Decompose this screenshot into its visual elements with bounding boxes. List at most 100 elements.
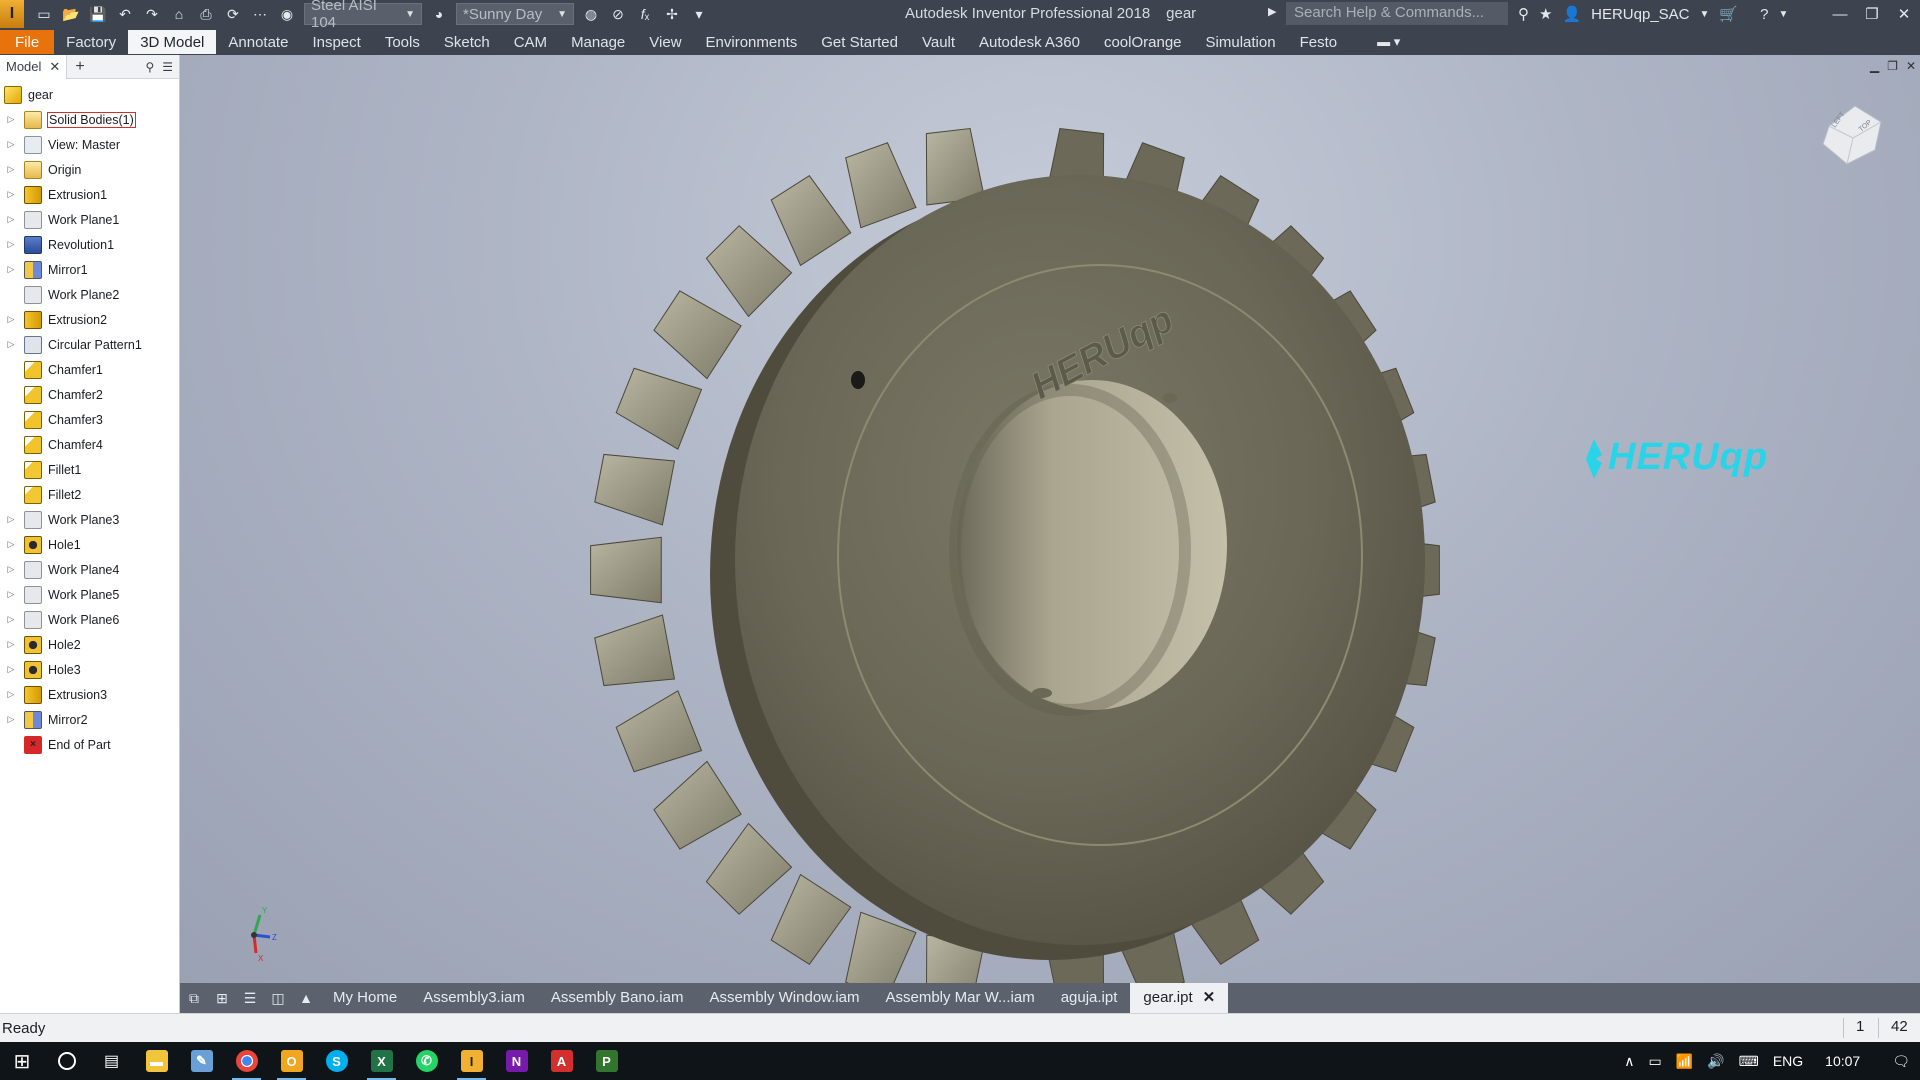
material-sphere-icon[interactable]: ◉ xyxy=(277,5,297,23)
tree-node[interactable]: ▷ Hole1 xyxy=(0,532,179,557)
expand-chevron-icon[interactable]: ▷ xyxy=(4,689,18,700)
close-icon[interactable]: ✕ xyxy=(1888,5,1920,23)
doc-tab-assembly-mar[interactable]: Assembly Mar W...iam xyxy=(873,983,1048,1013)
language-indicator[interactable]: ENG xyxy=(1773,1053,1803,1069)
tab-annotate[interactable]: Annotate xyxy=(216,30,300,54)
graphics-viewport[interactable]: ▁ ❐ ✕ HERUqp LEFT TOP HERUqp Y Z X xyxy=(180,55,1920,983)
tree-node[interactable]: Work Plane2 xyxy=(0,282,179,307)
tree-node[interactable]: ▷ Extrusion1 xyxy=(0,182,179,207)
excel-icon[interactable]: X xyxy=(359,1042,404,1080)
tree-node[interactable]: ▷ Extrusion3 xyxy=(0,682,179,707)
expand-chevron-icon[interactable]: ▷ xyxy=(4,539,18,550)
expand-chevron-icon[interactable]: ▷ xyxy=(4,614,18,625)
search-binoculars-icon[interactable]: ⚲ xyxy=(1518,5,1529,23)
close-icon[interactable]: ✕ xyxy=(1203,989,1216,1006)
tree-node[interactable]: ▷ Circular Pattern1 xyxy=(0,332,179,357)
inventor-taskbar-icon[interactable]: I xyxy=(449,1042,494,1080)
expand-chevron-icon[interactable]: ▷ xyxy=(4,139,18,150)
home-icon[interactable]: ⌂ xyxy=(169,5,189,23)
tree-node[interactable]: Chamfer2 xyxy=(0,382,179,407)
chevron-up-icon[interactable]: ∧ xyxy=(1624,1053,1634,1070)
menu-icon[interactable]: ☰ xyxy=(162,60,173,74)
tree-node[interactable]: ▷ Mirror2 xyxy=(0,707,179,732)
expand-chevron-icon[interactable]: ▷ xyxy=(4,239,18,250)
tree-node[interactable]: ▷ Hole2 xyxy=(0,632,179,657)
appearance-sphere-icon[interactable]: ◕ xyxy=(429,5,449,23)
help-search-input[interactable]: Search Help & Commands... xyxy=(1286,2,1508,25)
doc-tab-gear[interactable]: gear.ipt ✕ xyxy=(1130,983,1229,1013)
expand-chevron-icon[interactable]: ▷ xyxy=(4,314,18,325)
volume-icon[interactable]: 🔊 xyxy=(1707,1053,1724,1070)
doc-tab-assembly-bano[interactable]: Assembly Bano.iam xyxy=(538,983,697,1013)
chrome-icon[interactable] xyxy=(224,1042,269,1080)
open-documents-menu-icon[interactable]: ▲ xyxy=(292,990,320,1006)
tree-node[interactable]: Chamfer3 xyxy=(0,407,179,432)
expand-chevron-icon[interactable]: ▷ xyxy=(4,589,18,600)
user-name[interactable]: HERUqp_SAC xyxy=(1591,6,1689,23)
expand-chevron-icon[interactable]: ▷ xyxy=(4,214,18,225)
open-folder-icon[interactable]: 📂 xyxy=(61,5,81,23)
arrange-horizontal-icon[interactable]: ☰ xyxy=(236,990,264,1007)
expand-chevron-icon[interactable]: ▷ xyxy=(4,164,18,175)
save-icon[interactable]: 💾 xyxy=(88,5,108,23)
select-filter-icon[interactable]: ⋯ xyxy=(250,5,270,23)
tree-node[interactable]: ▷ View: Master xyxy=(0,132,179,157)
search-expand-icon[interactable]: ▶ xyxy=(1268,5,1276,18)
customize-dropdown-icon[interactable]: ▾ xyxy=(689,5,709,23)
paint-icon[interactable]: ✎ xyxy=(179,1042,224,1080)
wifi-icon[interactable]: 📶 xyxy=(1676,1053,1693,1070)
measure-icon[interactable]: ✢ xyxy=(662,5,682,23)
tile-windows-icon[interactable]: ⊞ xyxy=(208,990,236,1007)
new-file-icon[interactable]: ▭ xyxy=(34,5,54,23)
tree-node[interactable]: ▷ Mirror1 xyxy=(0,257,179,282)
tab-manage[interactable]: Manage xyxy=(559,30,637,54)
tab-environments[interactable]: Environments xyxy=(694,30,810,54)
tab-simulation[interactable]: Simulation xyxy=(1194,30,1288,54)
cascade-windows-icon[interactable]: ⧉ xyxy=(180,990,208,1007)
parameters-fx-icon[interactable]: fₓ xyxy=(635,5,655,23)
battery-icon[interactable]: ▭ xyxy=(1649,1053,1662,1070)
notifications-icon[interactable]: 🗨 xyxy=(1892,1053,1910,1070)
favorites-star-icon[interactable]: ★ xyxy=(1539,5,1552,23)
doc-tab-aguja[interactable]: aguja.ipt xyxy=(1048,983,1131,1013)
print-icon[interactable]: ⎙ xyxy=(196,5,216,23)
tab-tools[interactable]: Tools xyxy=(373,30,432,54)
doc-tab-assembly-window[interactable]: Assembly Window.iam xyxy=(696,983,872,1013)
tree-node[interactable]: ▷ Work Plane1 xyxy=(0,207,179,232)
tree-node[interactable]: ▷ Work Plane3 xyxy=(0,507,179,532)
arrange-vertical-icon[interactable]: ◫ xyxy=(264,990,292,1007)
inventor-logo-icon[interactable]: I xyxy=(0,0,24,28)
tab-festo[interactable]: Festo xyxy=(1288,30,1350,54)
expand-chevron-icon[interactable]: ▷ xyxy=(4,564,18,575)
adjust-appearance-icon[interactable]: ◍ xyxy=(581,5,601,23)
clock[interactable]: 10:07 xyxy=(1825,1053,1860,1069)
close-icon[interactable]: ✕ xyxy=(49,59,60,75)
tree-node[interactable]: ▷ Solid Bodies(1) xyxy=(0,107,179,132)
tree-node[interactable]: Fillet2 xyxy=(0,482,179,507)
skype-icon[interactable]: S xyxy=(314,1042,359,1080)
tree-node[interactable]: ▷ Work Plane6 xyxy=(0,607,179,632)
expand-chevron-icon[interactable]: ▷ xyxy=(4,639,18,650)
tree-node[interactable]: ▷ Extrusion2 xyxy=(0,307,179,332)
tab-file[interactable]: File xyxy=(0,29,55,54)
restore-icon[interactable]: ❐ xyxy=(1856,5,1888,23)
expand-chevron-icon[interactable]: ▷ xyxy=(4,714,18,725)
tree-node[interactable]: Chamfer4 xyxy=(0,432,179,457)
chevron-down-icon[interactable]: ▼ xyxy=(1700,9,1710,20)
keyboard-icon[interactable]: ⌨ xyxy=(1739,1053,1759,1070)
undo-icon[interactable]: ↶ xyxy=(115,5,135,23)
minimize-icon[interactable]: — xyxy=(1824,6,1856,23)
user-icon[interactable]: 👤 xyxy=(1562,5,1581,23)
tab-get-started[interactable]: Get Started xyxy=(809,30,910,54)
expand-chevron-icon[interactable]: ▷ xyxy=(4,339,18,350)
tab-sketch[interactable]: Sketch xyxy=(432,30,502,54)
tab-coolorange[interactable]: coolOrange xyxy=(1092,30,1194,54)
tree-node[interactable]: ▷ Work Plane5 xyxy=(0,582,179,607)
expand-chevron-icon[interactable]: ▷ xyxy=(4,264,18,275)
file-explorer-icon[interactable]: ▬ xyxy=(134,1042,179,1080)
appearance-dropdown[interactable]: *Sunny Day ▼ xyxy=(456,3,574,25)
tab-factory[interactable]: Factory xyxy=(54,30,128,54)
browser-tab-model[interactable]: Model ✕ xyxy=(0,54,68,79)
expand-chevron-icon[interactable]: ▷ xyxy=(4,189,18,200)
tab-autodesk-a360[interactable]: Autodesk A360 xyxy=(967,30,1092,54)
